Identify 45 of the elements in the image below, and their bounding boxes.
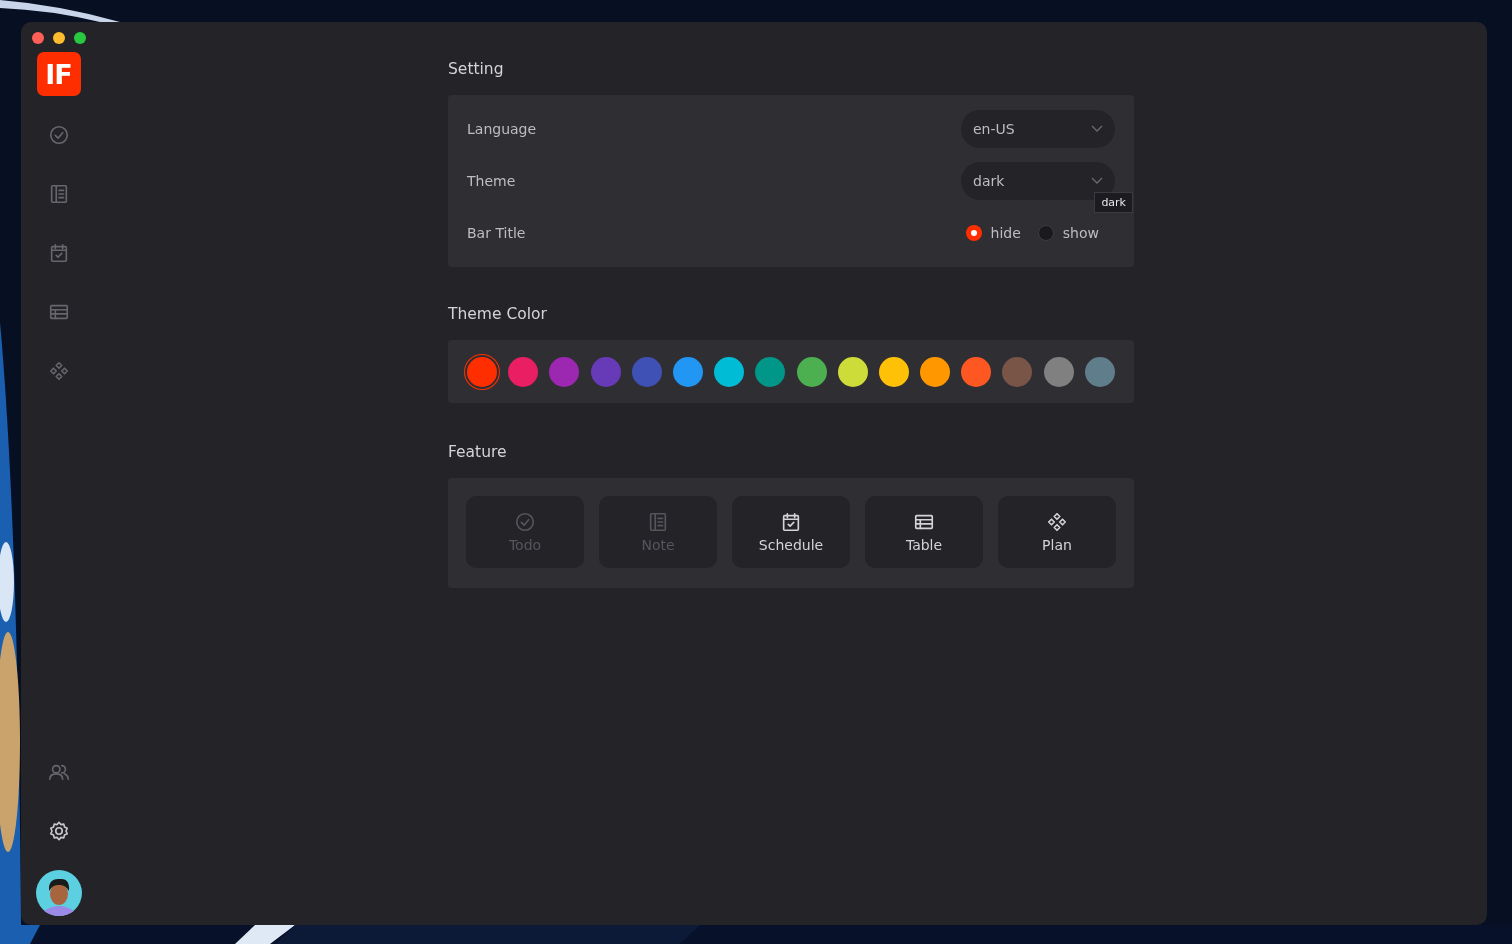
avatar-icon[interactable]: [34, 869, 83, 917]
check-circle-icon: [47, 124, 70, 146]
notebook-icon: [647, 511, 669, 533]
radio-button[interactable]: [965, 225, 982, 241]
chevron-down-icon: [1091, 125, 1103, 133]
dropdown-select[interactable]: en-US: [961, 110, 1115, 148]
setting-label: Theme: [467, 173, 516, 189]
radio-button[interactable]: [1037, 225, 1054, 241]
section-title: Feature: [448, 443, 508, 461]
color-swatch[interactable]: [467, 357, 497, 387]
minimize-window-button[interactable]: [53, 32, 65, 44]
setting-label: Bar Title: [467, 225, 526, 241]
color-swatch[interactable]: [672, 357, 703, 387]
check-circle-icon: [514, 511, 536, 533]
feature-toggle-button[interactable]: Schedule: [732, 496, 850, 568]
color-swatch[interactable]: [837, 357, 868, 387]
settings-icon: [47, 820, 70, 842]
calendar-check-icon: [780, 511, 802, 533]
diamonds-icon: [1046, 511, 1068, 533]
section-title: Theme Color: [448, 305, 548, 323]
app-logo: IF: [36, 52, 81, 96]
color-swatch[interactable]: [714, 357, 745, 387]
color-swatch[interactable]: [631, 357, 662, 387]
color-swatch[interactable]: [590, 357, 621, 387]
color-swatch[interactable]: [1002, 357, 1033, 387]
color-swatch[interactable]: [755, 357, 786, 387]
color-swatch[interactable]: [920, 357, 951, 387]
feature-toggle-button[interactable]: Plan: [998, 496, 1116, 568]
tooltip: dark: [1094, 192, 1133, 213]
setting-label: Language: [467, 121, 537, 137]
feature-toggle-button[interactable]: Table: [865, 496, 983, 568]
color-swatch[interactable]: [549, 357, 580, 387]
color-swatch[interactable]: [878, 357, 909, 387]
color-swatch[interactable]: [796, 357, 827, 387]
color-swatch[interactable]: [508, 357, 539, 387]
color-swatch[interactable]: [1084, 357, 1115, 387]
close-window-button[interactable]: [32, 32, 44, 44]
chevron-down-icon: [1091, 177, 1103, 185]
color-swatch[interactable]: [1043, 357, 1074, 387]
color-swatch[interactable]: [961, 357, 992, 387]
diamonds-icon: [47, 360, 70, 382]
radio-label: show: [1062, 225, 1099, 241]
section-title: Setting: [448, 60, 505, 78]
radio-label: hide: [990, 225, 1021, 241]
maximize-window-button[interactable]: [74, 32, 86, 44]
